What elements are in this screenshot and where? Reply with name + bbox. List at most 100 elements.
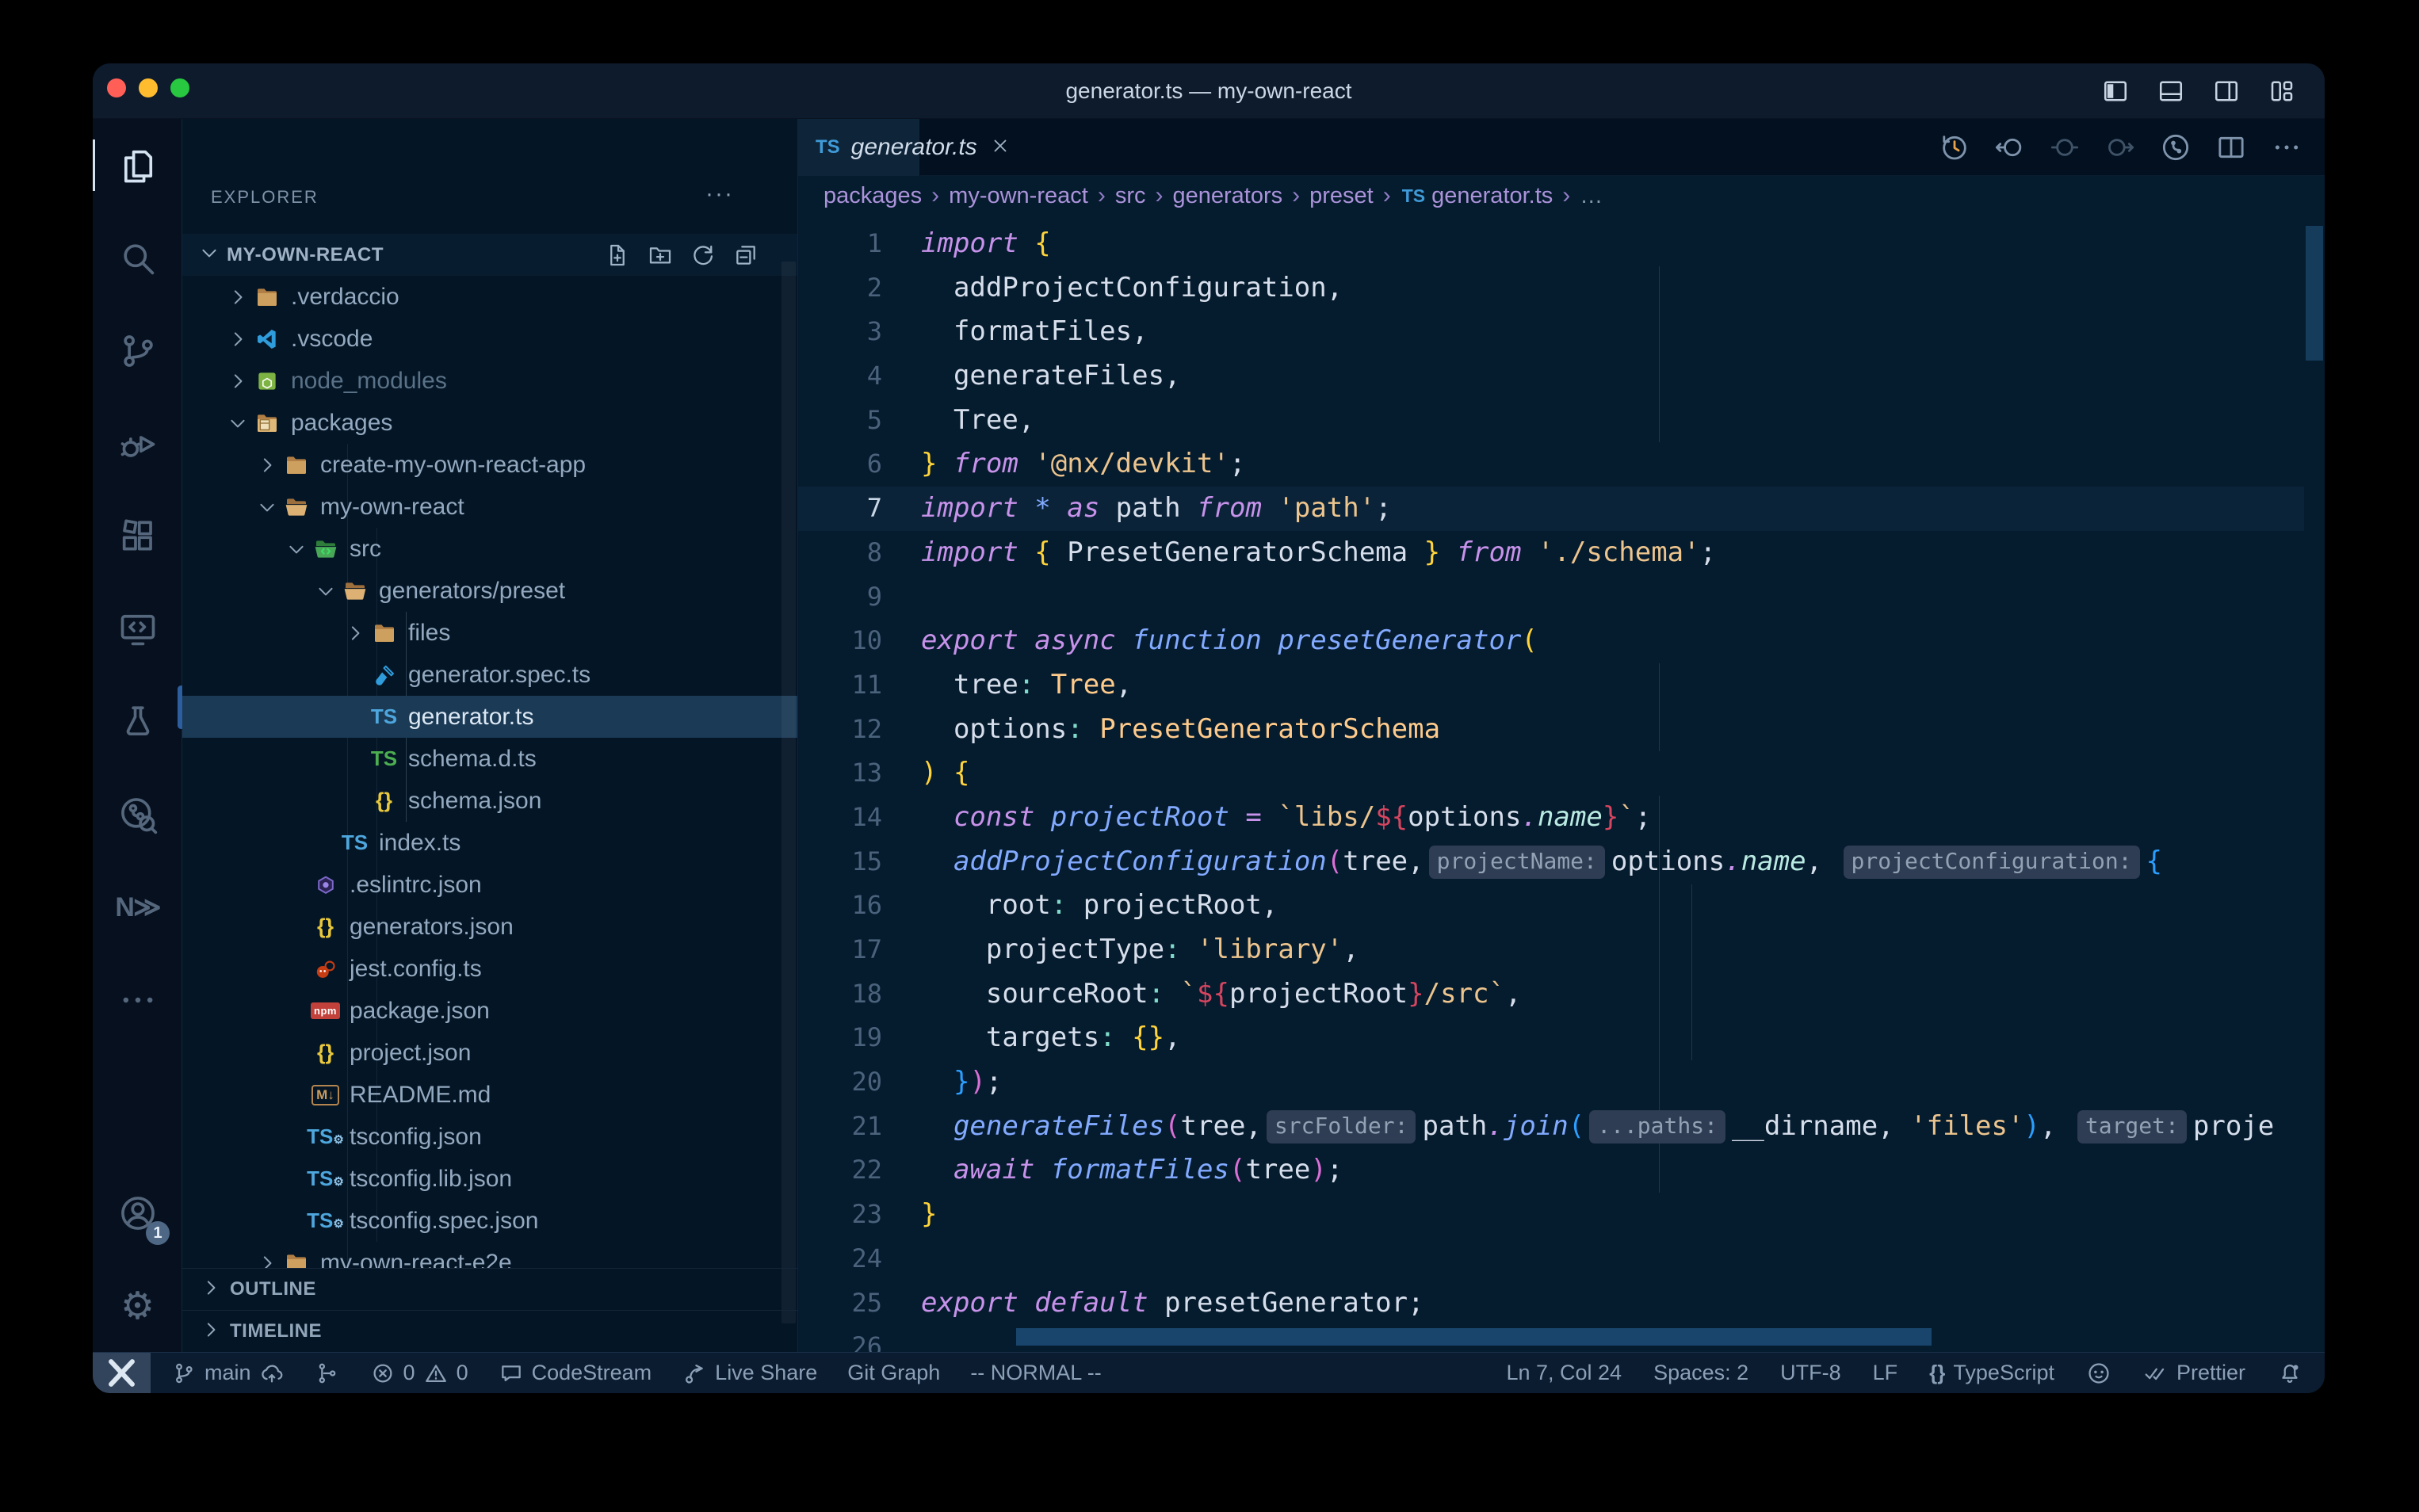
status-encoding[interactable]: UTF-8 xyxy=(1780,1361,1841,1385)
tree-item-create-my-own-react-app[interactable]: create-my-own-react-app xyxy=(182,444,797,486)
workspace-section-header[interactable]: MY-OWN-REACT xyxy=(182,234,797,276)
tree-item-index.ts[interactable]: TS index.ts xyxy=(182,822,797,864)
activity-item-settings[interactable]: ⚙ xyxy=(93,1259,182,1352)
previous-change-button[interactable] xyxy=(2047,130,2082,165)
status-cursor-position[interactable]: Ln 7, Col 24 xyxy=(1506,1361,1622,1385)
status-eol[interactable]: LF xyxy=(1873,1361,1898,1385)
panel-outline[interactable]: OUTLINE xyxy=(182,1268,797,1310)
status-codestream[interactable]: CodeStream xyxy=(499,1361,652,1386)
code-line-12: 12 options: PresetGeneratorSchema xyxy=(798,708,2304,752)
tree-item-label: create-my-own-react-app xyxy=(320,452,586,479)
status-notifications[interactable] xyxy=(2277,1361,2302,1386)
tab-generator-ts[interactable]: TS generator.ts xyxy=(798,119,920,176)
vertical-scrollbar[interactable] xyxy=(2306,226,2323,361)
status-problems[interactable]: 00 xyxy=(370,1361,468,1386)
tree-item-tsconfig.spec.json[interactable]: TS⚙ tsconfig.spec.json xyxy=(182,1200,797,1242)
breadcrumb-item[interactable]: generator.ts xyxy=(1431,183,1553,209)
status-language-mode[interactable]: {}TypeScript xyxy=(1929,1361,2054,1385)
tree-item-schema.d.ts[interactable]: TS schema.d.ts xyxy=(182,738,797,780)
sidebar-scrollbar[interactable] xyxy=(781,262,796,1323)
tree-item-my-own-react[interactable]: my-own-react xyxy=(182,486,797,528)
toggle-secondary-sidebar-button[interactable] xyxy=(2211,75,2242,107)
status-indentation[interactable]: Spaces: 2 xyxy=(1653,1361,1748,1385)
activity-item-testing[interactable] xyxy=(93,675,182,768)
tree-item-jest.config.ts[interactable]: jest.config.ts xyxy=(182,948,797,990)
close-tab-icon[interactable] xyxy=(990,136,1011,160)
breadcrumb: packages›my-own-react›src›generators›pre… xyxy=(798,176,2325,216)
tree-item-.vscode[interactable]: .vscode xyxy=(182,318,797,360)
activity-item-search[interactable] xyxy=(93,212,182,304)
tree-item-.verdaccio[interactable]: .verdaccio xyxy=(182,276,797,318)
tree-item-project.json[interactable]: {} project.json xyxy=(182,1032,797,1074)
status-pipeline-status[interactable] xyxy=(315,1361,340,1386)
activity-item-nx-console[interactable]: N≫ xyxy=(93,861,182,953)
breadcrumb-item[interactable]: generators xyxy=(1172,183,1282,209)
status-vim-mode[interactable]: -- NORMAL -- xyxy=(970,1361,1101,1385)
code-line-18: 18 sourceRoot: `${projectRoot}/src`, xyxy=(798,972,2304,1017)
tree-item-generator.ts[interactable]: TS generator.ts xyxy=(182,696,797,738)
tree-item-label: files xyxy=(408,620,450,647)
line-number: 12 xyxy=(798,708,882,752)
activity-item-more-views[interactable] xyxy=(93,953,182,1046)
folder-file-icon xyxy=(281,1248,311,1268)
tree-item-my-own-react-e2e[interactable]: my-own-react-e2e xyxy=(182,1242,797,1268)
breadcrumb-separator-icon: › xyxy=(931,182,939,209)
toggle-primary-sidebar-button[interactable] xyxy=(2100,75,2131,107)
tree-item-node_modules[interactable]: node_modules xyxy=(182,360,797,402)
local-history-button[interactable] xyxy=(1936,130,1971,165)
new-folder-button[interactable] xyxy=(647,242,674,269)
navigate-back-button[interactable] xyxy=(1992,130,2027,165)
breadcrumb-item[interactable]: preset xyxy=(1309,183,1374,209)
horizontal-scrollbar[interactable] xyxy=(1016,1328,1932,1346)
breadcrumb-item[interactable]: … xyxy=(1580,183,1603,209)
split-editor-button[interactable] xyxy=(2214,130,2249,165)
tree-item-tsconfig.lib.json[interactable]: TS⚙ tsconfig.lib.json xyxy=(182,1158,797,1200)
tree-item-tsconfig.json[interactable]: TS⚙ tsconfig.json xyxy=(182,1116,797,1158)
tree-item-package.json[interactable]: npm package.json xyxy=(182,990,797,1032)
tree-item-generators/preset[interactable]: generators/preset xyxy=(182,570,797,612)
status-live-share[interactable]: Live Share xyxy=(682,1361,817,1386)
tree-item-README.md[interactable]: M↓ README.md xyxy=(182,1074,797,1116)
breadcrumb-item[interactable]: my-own-react xyxy=(949,183,1088,209)
new-file-button[interactable] xyxy=(604,242,631,269)
tree-item-.eslintrc.json[interactable]: .eslintrc.json xyxy=(182,864,797,906)
activity-item-run-and-debug[interactable] xyxy=(93,397,182,490)
line-number: 2 xyxy=(798,266,882,311)
json-file-icon: {} xyxy=(311,1038,340,1067)
collapse-folders-button[interactable] xyxy=(732,242,759,269)
toggle-panel-button[interactable] xyxy=(2155,75,2187,107)
customize-layout-button[interactable] xyxy=(2266,75,2298,107)
breadcrumb-item[interactable]: src xyxy=(1115,183,1146,209)
panel-timeline[interactable]: TIMELINE xyxy=(182,1310,797,1352)
activity-item-extensions[interactable] xyxy=(93,490,182,582)
status-git-branch[interactable]: main xyxy=(171,1361,285,1386)
status-git-graph[interactable]: Git Graph xyxy=(847,1361,940,1385)
line-number: 13 xyxy=(798,751,882,796)
titlebar[interactable]: generator.ts — my-own-react xyxy=(93,63,2325,119)
tree-item-generators.json[interactable]: {} generators.json xyxy=(182,906,797,948)
code-line-23: 23 } xyxy=(798,1193,2304,1237)
code-editor[interactable]: 1 import { 2 addProjectConfiguration, 3 … xyxy=(798,216,2325,1352)
activity-item-accounts[interactable]: 1 xyxy=(93,1166,182,1259)
line-number: 23 xyxy=(798,1193,882,1237)
more-actions-button[interactable] xyxy=(2269,130,2304,165)
sidebar-more-actions-button[interactable]: ··· xyxy=(705,181,734,208)
activity-item-explorer[interactable] xyxy=(93,119,182,212)
tree-item-generator.spec.ts[interactable]: generator.spec.ts xyxy=(182,654,797,696)
tree-item-src[interactable]: src xyxy=(182,528,797,570)
refresh-explorer-button[interactable] xyxy=(690,242,717,269)
status-github[interactable] xyxy=(2086,1361,2111,1386)
chevron-down-icon xyxy=(252,496,281,518)
ts-b-file-icon: TS xyxy=(369,702,399,731)
status-prettier[interactable]: Prettier xyxy=(2143,1361,2245,1386)
git-graph-view-button[interactable] xyxy=(2158,130,2193,165)
tree-item-files[interactable]: files xyxy=(182,612,797,654)
status-remote-indicator[interactable] xyxy=(93,1353,151,1394)
activity-item-git-graph[interactable] xyxy=(93,768,182,861)
breadcrumb-item[interactable]: packages xyxy=(824,183,922,209)
tree-item-packages[interactable]: packages xyxy=(182,402,797,444)
tree-item-schema.json[interactable]: {} schema.json xyxy=(182,780,797,822)
next-change-button[interactable] xyxy=(2103,130,2138,165)
activity-item-source-control[interactable] xyxy=(93,304,182,397)
activity-item-remote-explorer[interactable] xyxy=(93,582,182,675)
